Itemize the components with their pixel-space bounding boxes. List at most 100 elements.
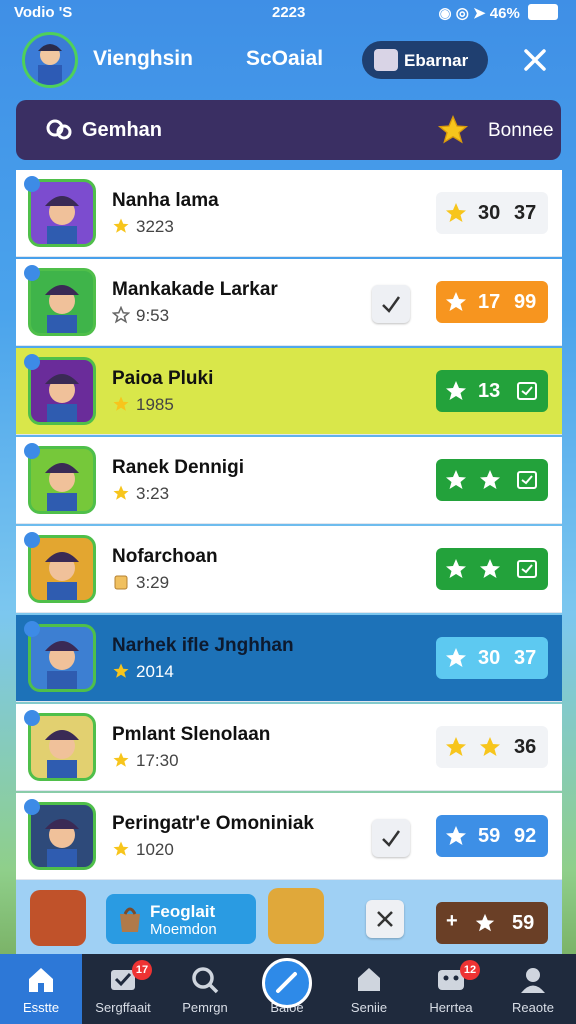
friend-avatar[interactable]: [28, 802, 96, 870]
friend-score-value: 3223: [136, 217, 174, 236]
friend-row[interactable]: Paioa Pluki 1985 13: [16, 348, 562, 435]
dismiss-button[interactable]: [366, 900, 404, 938]
friend-avatar[interactable]: [28, 357, 96, 425]
friend-row[interactable]: Mankakade Larkar 9:53 17 99: [16, 259, 562, 346]
close-icon[interactable]: [518, 43, 552, 77]
score-badge[interactable]: 36: [436, 726, 548, 768]
score-badge[interactable]: [436, 459, 548, 501]
star-icon: [437, 114, 469, 144]
score-badge[interactable]: 59 92: [436, 815, 548, 857]
score-badge[interactable]: 17 99: [436, 281, 548, 323]
check-icon: [382, 296, 401, 313]
tab-social[interactable]: ScOaial: [246, 47, 323, 71]
nav-item-label: Reaote: [512, 1000, 554, 1015]
nav-item[interactable]: Sergffaait 17: [82, 954, 164, 1024]
banner-bonus-label[interactable]: Bonnee: [488, 120, 554, 142]
star-icon: [446, 826, 466, 845]
friend-score: 1985: [112, 395, 174, 415]
badge-value-1: 17: [478, 291, 501, 313]
banner-title: Gemhan: [82, 119, 163, 141]
status-bar: Vodio 'S 2223 ◉ ◎ ➤ 46%: [0, 0, 576, 28]
clock: 2223: [272, 4, 306, 21]
friend-score-value: 3:29: [136, 573, 170, 592]
friend-row[interactable]: Narhek ifle Jnghhan 2014 30 37: [16, 615, 562, 702]
friend-avatar[interactable]: [28, 268, 96, 336]
plus-icon: +: [446, 910, 458, 932]
nav-item[interactable]: Reaote: [492, 954, 574, 1024]
center-action-button[interactable]: [262, 958, 312, 1008]
featured-badge[interactable]: + 59: [436, 902, 548, 944]
friend-score: 2014: [112, 662, 174, 682]
friend-score: 9:53: [111, 305, 169, 326]
confirm-button[interactable]: [372, 285, 410, 323]
friend-score: 3:23: [112, 484, 169, 504]
friend-row[interactable]: Nanha lama 3223 30 37: [16, 170, 562, 257]
friend-avatar[interactable]: [28, 624, 96, 692]
score-badge[interactable]: 30 37: [436, 192, 548, 234]
badge-value-2: 37: [514, 202, 537, 224]
friend-avatar[interactable]: [28, 179, 96, 247]
score-badge[interactable]: 13: [436, 370, 548, 412]
star-icon: [111, 305, 131, 324]
check-icon: [382, 830, 401, 847]
friend-avatar[interactable]: [28, 446, 96, 514]
close-icon: [377, 911, 393, 927]
battery-pct: 46%: [489, 5, 520, 22]
friend-row[interactable]: Nofarchoan 3:29: [16, 526, 562, 613]
profile-avatar[interactable]: [22, 32, 78, 88]
status-dot: [24, 621, 40, 637]
pencil-icon: [276, 972, 297, 993]
score-badge[interactable]: [436, 548, 548, 590]
confirm-button[interactable]: [372, 819, 410, 857]
status-dot: [24, 710, 40, 726]
badge-value-1: 30: [478, 202, 501, 224]
nav-item[interactable]: Herrtea 12: [410, 954, 492, 1024]
badge-value-2: 99: [514, 291, 537, 313]
character-avatar-icon: [45, 641, 79, 689]
mini-avatar-icon: [374, 49, 398, 71]
status-dot: [24, 265, 40, 281]
friend-score: 17:30: [112, 751, 179, 771]
message-icon: [517, 471, 537, 489]
message-icon: [517, 560, 537, 578]
featured-row[interactable]: Feoglait Moemdon + 59: [16, 880, 562, 954]
friend-avatar[interactable]: [28, 535, 96, 603]
star-icon: [446, 737, 466, 756]
friend-score-value: 3:23: [136, 484, 170, 503]
character-avatar-icon: [38, 44, 62, 85]
profile-pill-button[interactable]: Ebarnar: [362, 41, 488, 79]
featured-line1: Feoglait: [150, 902, 216, 921]
nav-item-label: Sergffaait: [95, 1000, 151, 1015]
friend-name: Pmlant Slenolaan: [112, 724, 271, 745]
nav-item[interactable]: Seniie: [328, 954, 410, 1024]
friend-row[interactable]: Pmlant Slenolaan 17:30 36: [16, 704, 562, 791]
featured-avatar: [30, 890, 86, 946]
status-dot: [24, 532, 40, 548]
friend-score: 3:29: [112, 573, 169, 593]
star-icon: [113, 218, 129, 233]
profile-icon: [521, 968, 545, 993]
friend-score: 3223: [112, 217, 174, 237]
star-icon: [446, 559, 466, 578]
star-icon: [113, 396, 129, 411]
star-icon: [480, 737, 500, 756]
friend-row[interactable]: Peringatr'e Omoniniak 1020 59 92: [16, 793, 562, 880]
group-icon: [46, 119, 72, 140]
nav-item[interactable]: Esstte: [0, 954, 82, 1024]
friend-name: Narhek ifle Jnghhan: [112, 635, 294, 656]
score-badge[interactable]: 30 37: [436, 637, 548, 679]
badge-value-1: 59: [478, 825, 501, 847]
bag-icon: [120, 907, 140, 932]
featured-card[interactable]: Feoglait Moemdon: [106, 894, 256, 944]
star-icon: [480, 559, 500, 578]
friend-score-value: 1020: [136, 840, 174, 859]
nav-item[interactable]: Pemrgn: [164, 954, 246, 1024]
star-icon: [446, 381, 466, 400]
friend-row[interactable]: Ranek Dennigi 3:23: [16, 437, 562, 524]
friend-avatar[interactable]: [28, 713, 96, 781]
character-avatar-icon: [45, 552, 79, 600]
nav-item-label: Esstte: [22, 1000, 60, 1015]
status-dot: [24, 799, 40, 815]
battery-icon: [528, 4, 558, 20]
badge-value-2: 36: [514, 736, 537, 758]
